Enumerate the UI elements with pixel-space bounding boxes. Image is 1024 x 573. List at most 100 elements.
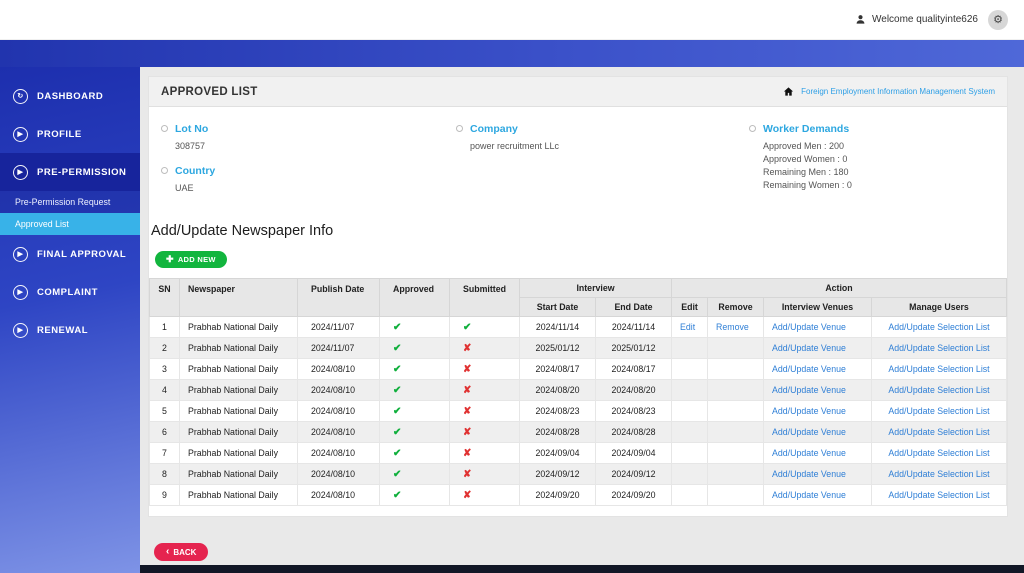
add-update-venue-link[interactable]: Add/Update Venue — [772, 364, 846, 374]
table-row: 6 Prabhab National Daily 2024/08/10 ✔ ✘ 2024/… — [149, 421, 1007, 444]
manage-cell: Add/Update Selection List — [871, 400, 1007, 423]
add-update-selection-list-link[interactable]: Add/Update Selection List — [888, 448, 989, 458]
sidebar-item-profile[interactable]: ▶ PROFILE — [0, 115, 140, 153]
row-newspaper: Prabhab National Daily — [179, 484, 298, 507]
settings-button[interactable]: ⚙ — [988, 9, 1008, 30]
table-row: 5 Prabhab National Daily 2024/08/10 ✔ ✘ 2024/… — [149, 400, 1007, 423]
row-end-date: 2024/08/17 — [594, 358, 673, 381]
cross-icon: ✘ — [463, 447, 472, 459]
cross-icon: ✘ — [463, 384, 472, 396]
sidebar-item-approved-list[interactable]: Approved List — [0, 213, 140, 235]
col-header-sn: SN — [149, 278, 180, 318]
approved-cell: ✔ — [379, 421, 450, 444]
add-update-selection-list-link[interactable]: Add/Update Selection List — [888, 385, 989, 395]
row-end-date: 2024/09/04 — [594, 442, 673, 465]
sidebar-item-label: COMPLAINT — [37, 286, 98, 298]
add-update-selection-list-link[interactable]: Add/Update Selection List — [888, 322, 989, 332]
table-row: 2 Prabhab National Daily 2024/11/07 ✔ ✘ 2025/… — [149, 337, 1007, 360]
remove-cell — [707, 400, 765, 423]
edit-cell — [671, 463, 709, 486]
company-value: power recruitment LLc — [470, 141, 560, 151]
add-update-venue-link[interactable]: Add/Update Venue — [772, 469, 846, 479]
back-button[interactable]: ‹ BACK — [154, 543, 209, 562]
row-end-date: 2024/08/20 — [594, 379, 673, 402]
cross-icon: ✘ — [463, 363, 472, 375]
footer-bar — [140, 565, 1024, 573]
check-icon: ✔ — [393, 384, 402, 396]
manage-cell: Add/Update Selection List — [871, 442, 1007, 465]
company-label: Company — [470, 123, 518, 135]
bullet-icon — [161, 167, 168, 175]
add-update-selection-list-link[interactable]: Add/Update Selection List — [888, 364, 989, 374]
approved-cell: ✔ — [379, 442, 450, 465]
country-label: Country — [175, 165, 216, 178]
submitted-cell: ✘ — [449, 379, 520, 402]
add-update-selection-list-link[interactable]: Add/Update Selection List — [888, 406, 989, 416]
add-update-venue-link[interactable]: Add/Update Venue — [772, 406, 846, 416]
worker-demands-label: Worker Demands — [763, 123, 850, 135]
approved-cell: ✔ — [379, 400, 450, 423]
check-icon: ✔ — [393, 363, 402, 375]
worker-demands-item: Worker Demands Approved Men : 200 Approv… — [749, 123, 997, 192]
user-icon — [856, 15, 865, 24]
submitted-cell: ✘ — [449, 421, 520, 444]
sidebar-item-dashboard[interactable]: ↻ DASHBOARD — [0, 77, 140, 115]
row-newspaper: Prabhab National Daily — [179, 379, 298, 402]
table-row: 1 Prabhab National Daily 2024/11/07 ✔ ✔ 2024/… — [149, 316, 1007, 339]
add-update-venue-link[interactable]: Add/Update Venue — [772, 448, 846, 458]
add-update-venue-link[interactable]: Add/Update Venue — [772, 427, 846, 437]
venue-cell: Add/Update Venue — [763, 337, 873, 360]
newspaper-table-body: 1 Prabhab National Daily 2024/11/07 ✔ ✔ 2024/… — [149, 316, 1007, 507]
section-title: Add/Update Newspaper Info — [151, 223, 334, 240]
sub-item-label: Approved List — [15, 219, 69, 229]
cross-icon: ✘ — [463, 342, 472, 354]
manage-cell: Add/Update Selection List — [871, 421, 1007, 444]
submitted-cell: ✘ — [449, 463, 520, 486]
row-end-date: 2024/09/12 — [594, 463, 673, 486]
sidebar-item-final-approval[interactable]: ▶ FINAL APPROVAL — [0, 235, 140, 273]
add-update-selection-list-link[interactable]: Add/Update Selection List — [888, 469, 989, 479]
add-update-venue-link[interactable]: Add/Update Venue — [772, 490, 846, 500]
row-start-date: 2024/08/17 — [519, 358, 596, 381]
sidebar-item-pre-permission[interactable]: ▶ PRE-PERMISSION — [0, 153, 140, 191]
remove-cell: Remove — [707, 316, 765, 339]
add-update-venue-link[interactable]: Add/Update Venue — [772, 343, 846, 353]
row-sn: 5 — [149, 400, 180, 423]
cross-icon: ✘ — [463, 426, 472, 438]
info-col-1: Lot No 308757 Country UAE — [161, 123, 456, 207]
bullet-icon — [749, 125, 756, 132]
approved-women-value: Approved Women : 0 — [763, 154, 848, 165]
remove-cell — [707, 358, 765, 381]
main-content: APPROVED LIST Foreign Employment Informa… — [140, 67, 1024, 573]
add-new-button[interactable]: ✚ ADD NEW — [155, 251, 227, 269]
add-update-venue-link[interactable]: Add/Update Venue — [772, 385, 846, 395]
sidebar-item-pre-permission-request[interactable]: Pre-Permission Request — [0, 191, 140, 213]
add-update-venue-link[interactable]: Add/Update Venue — [772, 322, 846, 332]
lot-no-item: Lot No 308757 — [161, 123, 456, 153]
check-icon: ✔ — [463, 321, 472, 333]
sidebar-item-renewal[interactable]: ▶ RENEWAL — [0, 311, 140, 349]
sub-item-label: Pre-Permission Request — [15, 197, 111, 207]
remove-cell — [707, 337, 765, 360]
cross-icon: ✘ — [463, 405, 472, 417]
remove-link[interactable]: Remove — [716, 322, 749, 332]
row-sn: 3 — [149, 358, 180, 381]
remove-cell — [707, 421, 765, 444]
complaint-icon: ▶ — [13, 284, 28, 300]
remove-cell — [707, 442, 765, 465]
add-update-selection-list-link[interactable]: Add/Update Selection List — [888, 490, 989, 500]
check-icon: ✔ — [393, 447, 402, 459]
col-header-edit: Edit — [671, 297, 709, 318]
page-title: APPROVED LIST — [161, 85, 258, 98]
add-update-selection-list-link[interactable]: Add/Update Selection List — [888, 427, 989, 437]
row-newspaper: Prabhab National Daily — [179, 463, 298, 486]
sidebar-item-label: PRE-PERMISSION — [37, 166, 127, 178]
system-breadcrumb-link[interactable]: Foreign Employment Information Managemen… — [801, 87, 995, 96]
add-update-selection-list-link[interactable]: Add/Update Selection List — [888, 343, 989, 353]
sidebar-item-complaint[interactable]: ▶ COMPLAINT — [0, 273, 140, 311]
row-sn: 8 — [149, 463, 180, 486]
approved-cell: ✔ — [379, 316, 450, 339]
row-publish-date: 2024/08/10 — [297, 421, 380, 444]
edit-link[interactable]: Edit — [680, 322, 695, 332]
add-new-label: ADD NEW — [177, 255, 216, 265]
